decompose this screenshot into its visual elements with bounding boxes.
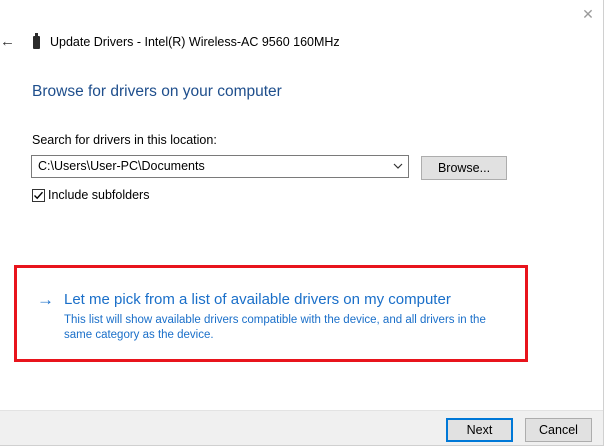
driver-path-value[interactable]: C:\Users\User-PC\Documents <box>38 159 205 173</box>
arrow-right-icon: → <box>37 290 54 309</box>
include-subfolders-label[interactable]: Include subfolders <box>48 188 149 202</box>
chevron-down-icon[interactable] <box>392 159 404 173</box>
window-title: Update Drivers - Intel(R) Wireless-AC 95… <box>50 35 340 49</box>
cancel-button[interactable]: Cancel <box>525 418 592 442</box>
page-heading: Browse for drivers on your computer <box>32 83 282 100</box>
dialog-window: ✕ ← Update Drivers - Intel(R) Wireless-A… <box>0 0 604 446</box>
back-arrow-icon[interactable]: ← <box>0 34 16 50</box>
pick-from-list-description: This list will show available drivers co… <box>64 314 486 341</box>
browse-button[interactable]: Browse... <box>421 156 507 180</box>
pick-from-list-option[interactable]: → Let me pick from a list of available d… <box>37 290 517 345</box>
close-icon[interactable]: ✕ <box>580 6 596 22</box>
driver-path-combobox[interactable]: C:\Users\User-PC\Documents <box>31 155 409 178</box>
include-subfolders-checkbox[interactable] <box>32 189 45 202</box>
pick-from-list-title[interactable]: Let me pick from a list of available dri… <box>64 291 451 308</box>
search-location-label: Search for drivers in this location: <box>32 133 217 147</box>
usb-device-icon <box>33 33 40 49</box>
next-button[interactable]: Next <box>446 418 513 442</box>
